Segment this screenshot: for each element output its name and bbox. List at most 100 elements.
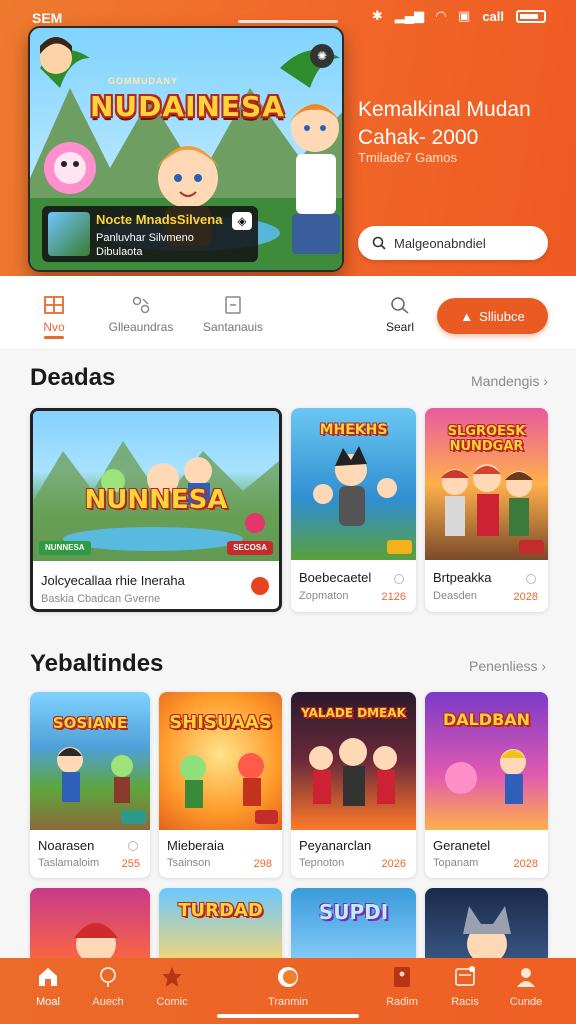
game-card[interactable]: MHEKHS Boebecaetel Zopmaton 2126: [291, 408, 416, 612]
card-title: Mieberaia: [167, 838, 225, 853]
game-card[interactable]: TURDAD: [159, 888, 282, 968]
status-dot: [394, 574, 404, 584]
card-subtitle: Deasden: [433, 590, 478, 602]
section-title: Yebaltindes: [30, 650, 164, 677]
hero-info-thumbnail: [48, 212, 90, 256]
hero-info-line1: Panluvhar Silvmeno: [96, 232, 194, 244]
tab-label: Auech: [92, 996, 124, 1008]
section-more-link[interactable]: Penenliess ›: [469, 658, 546, 674]
hero-info-title: Nocte MnadsSilvena: [96, 212, 223, 227]
settings-icon[interactable]: ✺: [310, 44, 334, 68]
tab-profile[interactable]: Cunde: [496, 966, 556, 1008]
tab-label: Tranmin: [268, 996, 308, 1008]
profile-icon: [517, 968, 535, 987]
status-label: SEM: [32, 10, 63, 26]
nav-label: Searl: [385, 320, 414, 334]
game-card[interactable]: SLGROESK NUNDGAR Brtpeakka Deasden 2028: [425, 408, 548, 612]
card-art-title: NUNNESA: [84, 485, 228, 515]
search-icon: [391, 297, 409, 314]
card-artwork: SOSIANE: [30, 692, 150, 830]
card-number: 298: [253, 858, 272, 870]
status-dot: [526, 574, 536, 584]
card-artwork: YALADE DMEAK: [291, 692, 416, 830]
grid-icon: [44, 296, 64, 314]
tab-racis[interactable]: Racis: [435, 966, 495, 1008]
subscribe-button[interactable]: ▲ Slliubce: [437, 298, 548, 334]
nav-label: Nvo: [43, 320, 65, 334]
hero-title: NUDAINESA: [90, 90, 285, 123]
game-card[interactable]: DALDBAN Geranetel Topanam 2028: [425, 692, 548, 878]
card-tag: [120, 810, 146, 824]
tab-search[interactable]: Auech: [78, 966, 138, 1008]
card-title: Jolcyecallaa rhie Ineraha: [41, 573, 185, 588]
header-banner: SEM ✱ ▂▄▆ ◠ ▣ call GOMMUDANY NUDAINESA ✺…: [0, 0, 576, 276]
tab-comic[interactable]: Comic: [142, 966, 202, 1008]
card-art-title: MHEKHS: [319, 422, 388, 438]
status-icons: ✱ ▂▄▆ ◠ ▣ call: [372, 8, 546, 24]
headline: Kemalkinal Mudan Cahak- 2000: [358, 96, 531, 152]
card-title: Peyanarclan: [299, 838, 372, 853]
card-number: 2028: [513, 858, 538, 870]
card-tag: [254, 810, 278, 824]
card-number: 2028: [513, 591, 538, 603]
subscribe-label: Slliubce: [479, 308, 525, 324]
card-tag: [518, 540, 544, 554]
search-icon: [372, 236, 386, 250]
game-card[interactable]: SHISUAAS Mieberaia Tsainson 298: [159, 692, 282, 878]
status-dot: [128, 841, 138, 851]
hero-small-title: GOMMUDANY: [108, 76, 178, 86]
card-number: 255: [121, 858, 140, 870]
wifi-icon: ◠: [436, 8, 447, 23]
card-title: Geranetel: [433, 838, 491, 853]
card-artwork: SHISUAAS: [159, 692, 282, 830]
tab-label: Racis: [451, 996, 479, 1008]
star-icon: [162, 967, 182, 987]
card-artwork: SLGROESK NUNDGAR: [425, 408, 548, 560]
tab-home[interactable]: Moal: [18, 966, 78, 1008]
card-tag: [386, 540, 412, 554]
card-illustration: [463, 906, 511, 964]
nav-item-search[interactable]: Searl: [380, 296, 420, 334]
card-artwork: DALDBAN: [425, 692, 548, 830]
shapes-icon: [132, 296, 150, 314]
more-label: Penenliess: [469, 658, 538, 674]
document-icon: [225, 296, 241, 314]
card-art-title: SLGROESK NUNDGAR: [447, 424, 526, 454]
section-more-link[interactable]: Mandengis ›: [471, 373, 548, 389]
card-art-title: DALDBAN: [442, 710, 531, 729]
nav-label: Glleaundras: [108, 320, 174, 334]
hero-info-panel[interactable]: Nocte MnadsSilvena Panluvhar Silvmeno Di…: [42, 206, 258, 262]
card-illustration: [74, 923, 118, 964]
section-title: Deadas: [30, 364, 116, 391]
card-artwork: NUNNESA NUNNESA SECOSA: [33, 411, 279, 561]
card-art-title: YALADE DMEAK: [301, 706, 406, 720]
nav-item-home[interactable]: Nvo: [34, 296, 74, 334]
game-card[interactable]: [425, 888, 548, 968]
headline-line1: Kemalkinal Mudan: [358, 98, 531, 121]
tab-label: Comic: [156, 996, 188, 1008]
game-card[interactable]: YALADE DMEAK Peyanarclan Tepnoton 2026: [291, 692, 416, 878]
nav-item-categories[interactable]: Glleaundras: [106, 296, 176, 334]
card-subtitle: Zopmaton: [299, 590, 349, 602]
game-card[interactable]: SUPDI: [291, 888, 416, 968]
play-icon[interactable]: [251, 577, 269, 595]
card-artwork: MHEKHS: [291, 408, 416, 560]
lock-icon: ▲: [460, 308, 474, 324]
game-card[interactable]: [30, 888, 150, 968]
game-card[interactable]: SOSIANE Noarasen Taslamaloim 255: [30, 692, 150, 878]
gamepad-icon[interactable]: ◈: [232, 212, 252, 230]
tab-trending[interactable]: Tranmin: [258, 966, 318, 1008]
search-input[interactable]: Malgeonabndiel: [358, 226, 548, 260]
tab-radio[interactable]: Radim: [372, 966, 432, 1008]
card-subtitle: Tepnoton: [299, 857, 345, 869]
nav-item-collections[interactable]: Santanauis: [198, 296, 268, 334]
bookmark-icon: [394, 967, 410, 987]
card-subtitle: Baskia Cbadcan Gverne: [41, 593, 161, 605]
tab-label: Moal: [36, 996, 60, 1008]
card-subtitle: Tsainson: [167, 857, 211, 869]
status-bar: SEM ✱ ▂▄▆ ◠ ▣ call: [0, 8, 576, 28]
headline-line2: Cahak- 2000: [358, 126, 479, 149]
card-number: 2026: [381, 858, 406, 870]
top-pill: [238, 20, 338, 23]
featured-game-card[interactable]: NUNNESA NUNNESA SECOSA Jolcyecallaa rhie…: [30, 408, 282, 612]
